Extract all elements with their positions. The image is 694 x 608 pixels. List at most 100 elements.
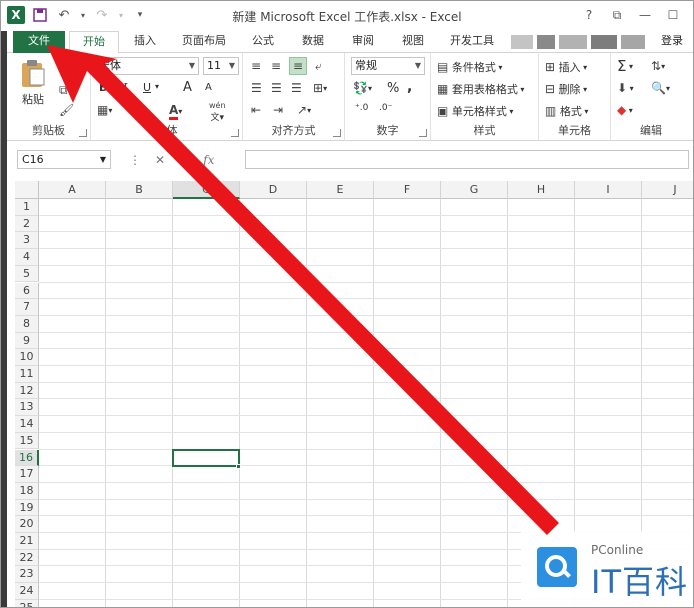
cancel-icon[interactable]: ✕ bbox=[155, 153, 165, 167]
find-select-button[interactable]: 🔍 ▾ bbox=[651, 81, 670, 95]
percent-button[interactable]: % bbox=[387, 81, 399, 96]
wrap-text-button[interactable]: ⤶ bbox=[315, 59, 322, 74]
row-header[interactable]: 2 bbox=[15, 215, 39, 233]
column-header[interactable]: G bbox=[441, 181, 508, 199]
minimize-button[interactable]: — bbox=[633, 6, 657, 24]
clear-button[interactable]: ◆ ▾ bbox=[617, 103, 633, 117]
row-header[interactable]: 8 bbox=[15, 315, 39, 333]
tab-page-layout[interactable]: 页面布局 bbox=[173, 31, 235, 53]
help-button[interactable]: ? bbox=[577, 6, 601, 24]
tab-insert[interactable]: 插入 bbox=[123, 31, 167, 53]
row-header[interactable]: 24 bbox=[15, 583, 39, 600]
align-left-button[interactable]: ☰ bbox=[251, 81, 262, 95]
conditional-formatting-button[interactable]: ▤ 条件格式 ▾ bbox=[437, 59, 502, 75]
increase-indent-button[interactable]: ⇥ bbox=[273, 103, 283, 117]
delete-cells-button[interactable]: ⊟ 删除 ▾ bbox=[545, 81, 587, 97]
currency-button[interactable]: 💱 ▾ bbox=[353, 81, 372, 95]
font-size-select[interactable]: 11 ▼ bbox=[203, 57, 239, 75]
column-header[interactable]: H bbox=[508, 181, 575, 199]
font-color-button[interactable]: A ▾ bbox=[169, 103, 182, 120]
row-header[interactable]: 18 bbox=[15, 482, 39, 500]
tab-review[interactable]: 审阅 bbox=[341, 31, 385, 53]
border-button[interactable]: ▦ ▾ bbox=[97, 103, 112, 117]
row-header[interactable]: 10 bbox=[15, 349, 39, 366]
tab-home[interactable]: 开始 bbox=[69, 31, 119, 54]
autosum-button[interactable]: Σ ▾ bbox=[617, 57, 633, 75]
underline-button[interactable]: U bbox=[143, 81, 151, 94]
row-header[interactable]: 1 bbox=[15, 199, 39, 216]
align-right-button[interactable]: ☰ bbox=[291, 81, 302, 95]
align-middle-button[interactable]: ≡ bbox=[271, 59, 281, 73]
column-header[interactable]: J bbox=[642, 181, 693, 199]
fill-handle[interactable] bbox=[236, 464, 241, 470]
row-header[interactable]: 19 bbox=[15, 499, 39, 517]
phonetic-button[interactable]: wén 文▾ bbox=[209, 101, 226, 123]
row-header[interactable]: 4 bbox=[15, 249, 39, 266]
row-header[interactable]: 22 bbox=[15, 549, 39, 567]
increase-decimal-button[interactable]: ⁺.0 bbox=[355, 103, 368, 113]
row-header[interactable]: 13 bbox=[15, 399, 39, 417]
row-header[interactable]: 11 bbox=[15, 366, 39, 383]
font-name-select[interactable]: 宋体 ▼ bbox=[95, 57, 199, 75]
format-painter-button[interactable]: 🖌 bbox=[59, 103, 74, 117]
ribbon-display-button[interactable]: ⧉ bbox=[605, 6, 629, 24]
tab-formulas[interactable]: 公式 bbox=[241, 31, 285, 53]
row-header[interactable]: 16 bbox=[15, 449, 39, 467]
row-header[interactable]: 21 bbox=[15, 533, 39, 550]
bold-button[interactable]: B bbox=[99, 81, 107, 94]
column-header[interactable]: F bbox=[374, 181, 441, 199]
chevron-down-icon[interactable]: ▾ bbox=[155, 82, 159, 91]
fill-color-button[interactable]: ◇ ▾ bbox=[135, 103, 148, 120]
align-bottom-button[interactable]: ≡ bbox=[289, 57, 308, 75]
font-launcher-icon[interactable] bbox=[231, 129, 239, 137]
row-header[interactable]: 9 bbox=[15, 332, 39, 350]
tab-developer[interactable]: 开发工具 bbox=[441, 31, 503, 53]
row-header[interactable]: 12 bbox=[15, 382, 39, 400]
column-header[interactable]: A bbox=[39, 181, 106, 199]
paste-button[interactable]: 粘贴 bbox=[19, 59, 47, 107]
align-center-button[interactable]: ☰ bbox=[271, 81, 282, 95]
cell-styles-button[interactable]: ▣ 单元格样式 ▾ bbox=[437, 103, 513, 119]
row-header[interactable]: 5 bbox=[15, 265, 39, 283]
row-header[interactable]: 7 bbox=[15, 299, 39, 316]
tab-file[interactable]: 文件 bbox=[13, 31, 65, 53]
number-format-select[interactable]: 常规 ▼ bbox=[351, 57, 425, 75]
merge-center-button[interactable]: ⊞ ▾ bbox=[313, 81, 327, 95]
alignment-launcher-icon[interactable] bbox=[333, 129, 341, 137]
login-link[interactable]: 登录 bbox=[661, 31, 683, 53]
copy-button[interactable]: ⧉ bbox=[59, 83, 68, 98]
insert-cells-button[interactable]: ⊞ 插入 ▾ bbox=[545, 59, 587, 75]
row-header[interactable]: 25 bbox=[15, 599, 39, 607]
decrease-decimal-button[interactable]: .0⁻ bbox=[379, 103, 392, 113]
cut-button[interactable]: ✂ bbox=[59, 63, 69, 77]
tab-view[interactable]: 视图 bbox=[391, 31, 435, 53]
insert-function-icon[interactable]: fx bbox=[203, 153, 214, 167]
row-header[interactable]: 15 bbox=[15, 432, 39, 450]
sort-filter-button[interactable]: ⇅ ▾ bbox=[651, 59, 665, 73]
clipboard-launcher-icon[interactable] bbox=[79, 129, 87, 137]
format-as-table-button[interactable]: ▦ 套用表格格式 ▾ bbox=[437, 81, 524, 97]
row-header[interactable]: 20 bbox=[15, 516, 39, 533]
grow-font-button[interactable]: A bbox=[183, 80, 192, 95]
column-header[interactable]: C bbox=[173, 181, 240, 199]
number-launcher-icon[interactable] bbox=[419, 129, 427, 137]
comma-button[interactable]: , bbox=[407, 79, 412, 95]
row-header[interactable]: 3 bbox=[15, 232, 39, 250]
italic-button[interactable]: I bbox=[123, 81, 127, 94]
row-header[interactable]: 14 bbox=[15, 416, 39, 433]
shrink-font-button[interactable]: A bbox=[205, 82, 212, 93]
format-cells-button[interactable]: ▥ 格式 ▾ bbox=[545, 103, 588, 119]
name-box[interactable]: C16 ▼ bbox=[17, 150, 111, 169]
column-header[interactable]: I bbox=[575, 181, 642, 199]
align-top-button[interactable]: ≡ bbox=[251, 59, 261, 73]
orientation-button[interactable]: ↗ ▾ bbox=[297, 103, 311, 117]
enter-icon[interactable]: ✓ bbox=[179, 153, 189, 167]
decrease-indent-button[interactable]: ⇤ bbox=[251, 103, 261, 117]
maximize-button[interactable]: ☐ bbox=[661, 6, 685, 24]
select-all-corner[interactable] bbox=[15, 181, 39, 199]
formula-input[interactable] bbox=[245, 150, 689, 169]
row-header[interactable]: 17 bbox=[15, 466, 39, 483]
row-header[interactable]: 23 bbox=[15, 566, 39, 584]
column-header[interactable]: B bbox=[106, 181, 173, 199]
column-header[interactable]: E bbox=[307, 181, 374, 199]
